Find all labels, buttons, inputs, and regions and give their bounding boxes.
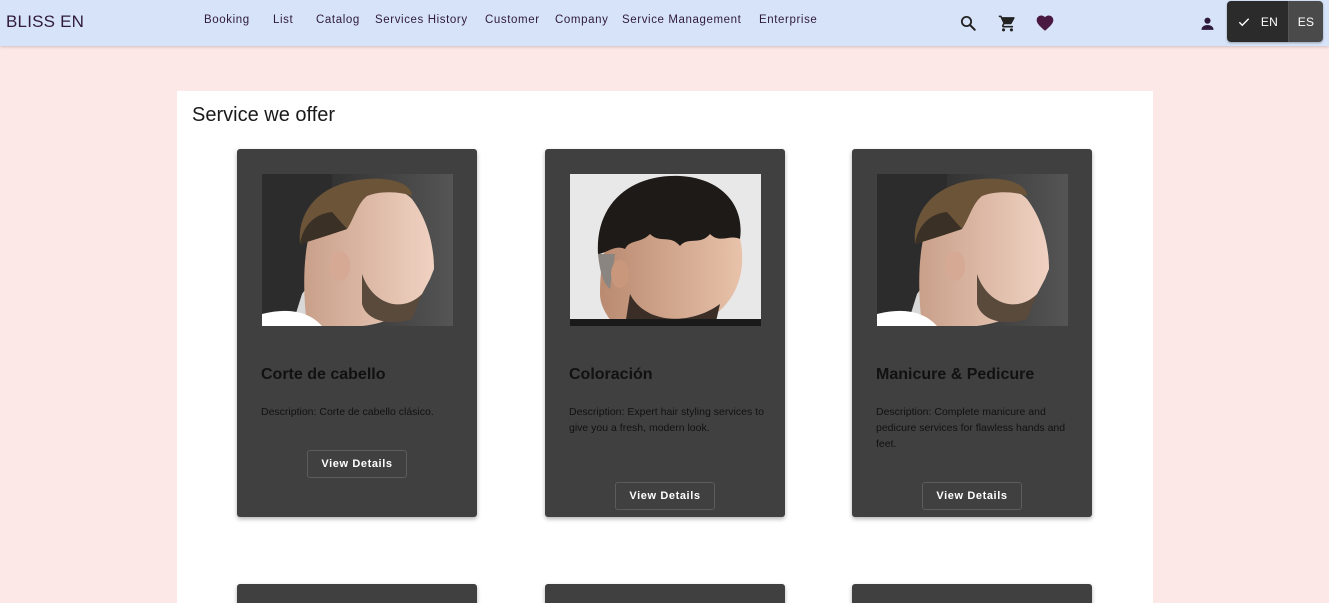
language-en-label: EN: [1260, 14, 1279, 29]
nav-company[interactable]: Company: [555, 14, 608, 26]
service-description: Description: Complete manicure and pedic…: [876, 406, 1066, 450]
service-title: Manicure & Pedicure: [876, 366, 1035, 383]
view-details-button[interactable]: View Details: [922, 482, 1022, 510]
nav-services-history[interactable]: Services History: [375, 14, 468, 26]
nav-list[interactable]: List: [273, 14, 293, 26]
service-card: Corte de cabello Description: Corte de c…: [237, 149, 477, 517]
nav-enterprise[interactable]: Enterprise: [759, 14, 817, 26]
top-app-bar: BLISS EN Booking List Catalog Services H…: [0, 0, 1329, 46]
language-en-button[interactable]: EN: [1227, 1, 1288, 42]
service-description: Description: Corte de cabello clásico.: [261, 406, 434, 418]
view-details-button[interactable]: View Details: [307, 450, 407, 478]
view-details-button[interactable]: View Details: [615, 482, 715, 510]
service-card: Coloración Description: Expert hair styl…: [545, 149, 785, 517]
service-description: Description: Expert hair styling service…: [569, 406, 764, 434]
nav-customer[interactable]: Customer: [485, 14, 540, 26]
service-image: [262, 174, 453, 326]
cart-icon[interactable]: [995, 11, 1019, 35]
language-toggle: EN ES: [1227, 1, 1323, 42]
page-title: Service we offer: [192, 104, 336, 126]
language-es-label: ES: [1297, 14, 1315, 29]
service-card: Manicure & Pedicure Description: Complet…: [852, 149, 1092, 517]
service-image: [570, 174, 761, 326]
nav-service-management[interactable]: Service Management: [622, 14, 741, 26]
nav-catalog[interactable]: Catalog: [316, 14, 360, 26]
service-title: Corte de cabello: [261, 366, 386, 383]
service-image: [877, 174, 1068, 326]
service-card: [852, 584, 1092, 603]
language-es-button[interactable]: ES: [1288, 1, 1323, 42]
nav-booking[interactable]: Booking: [204, 14, 250, 26]
brand-title[interactable]: BLISS EN: [6, 12, 84, 32]
service-title: Coloración: [569, 366, 653, 383]
service-card: [237, 584, 477, 603]
service-card: [545, 584, 785, 603]
check-icon: [1238, 17, 1250, 26]
account-icon[interactable]: [1195, 11, 1219, 35]
services-panel: Service we offer Corte de cabello Descri: [177, 91, 1153, 603]
search-icon[interactable]: [956, 11, 980, 35]
heart-icon[interactable]: [1033, 11, 1057, 35]
